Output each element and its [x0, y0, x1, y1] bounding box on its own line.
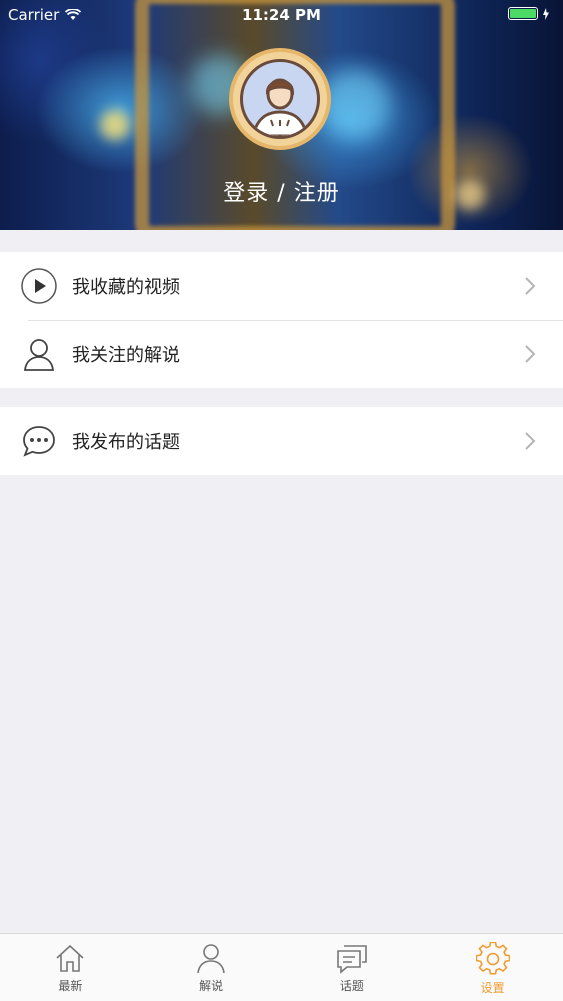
menu-item-followed-commentators[interactable]: 我关注的解说 [0, 320, 563, 388]
tab-label: 解说 [199, 979, 224, 993]
tab-label: 设置 [480, 981, 505, 995]
header-glow [100, 110, 130, 140]
chat-icon [337, 945, 367, 974]
charging-icon [543, 7, 549, 20]
profile-header: Carrier 11:24 PM 登录 / 注册 [0, 0, 563, 230]
chevron-right-icon [525, 277, 536, 295]
tab-bar: 最新 解说 话题 设置 [0, 933, 563, 1001]
chevron-right-icon [525, 345, 536, 363]
tab-topics[interactable]: 话题 [282, 934, 423, 1001]
gear-icon [475, 942, 510, 975]
battery-indicator [508, 7, 549, 20]
tab-latest[interactable]: 最新 [0, 934, 141, 1001]
menu-group-1: 我收藏的视频 我关注的解说 [0, 252, 563, 388]
tab-label: 最新 [58, 979, 83, 993]
home-icon [56, 944, 84, 972]
menu-item-favorite-videos[interactable]: 我收藏的视频 [0, 252, 563, 320]
status-bar: Carrier 11:24 PM [0, 0, 563, 30]
person-icon [197, 944, 225, 974]
menu-group-2: 我发布的话题 [0, 407, 563, 475]
tab-settings[interactable]: 设置 [422, 934, 563, 1001]
chevron-right-icon [525, 432, 536, 450]
user-avatar-icon [240, 59, 320, 139]
tab-label: 话题 [339, 979, 364, 993]
chat-bubble-icon [19, 421, 59, 461]
play-circle-icon [19, 266, 59, 306]
menu-item-label: 我关注的解说 [72, 345, 180, 366]
menu-item-label: 我收藏的视频 [72, 277, 180, 298]
person-icon [19, 334, 59, 374]
menu-item-label: 我发布的话题 [72, 432, 180, 453]
status-time: 11:24 PM [242, 6, 321, 24]
tab-commentary[interactable]: 解说 [141, 934, 282, 1001]
avatar[interactable] [229, 48, 331, 150]
battery-icon [508, 7, 538, 20]
login-register-link[interactable]: 登录 / 注册 [0, 175, 563, 207]
menu-item-my-topics[interactable]: 我发布的话题 [0, 407, 563, 475]
